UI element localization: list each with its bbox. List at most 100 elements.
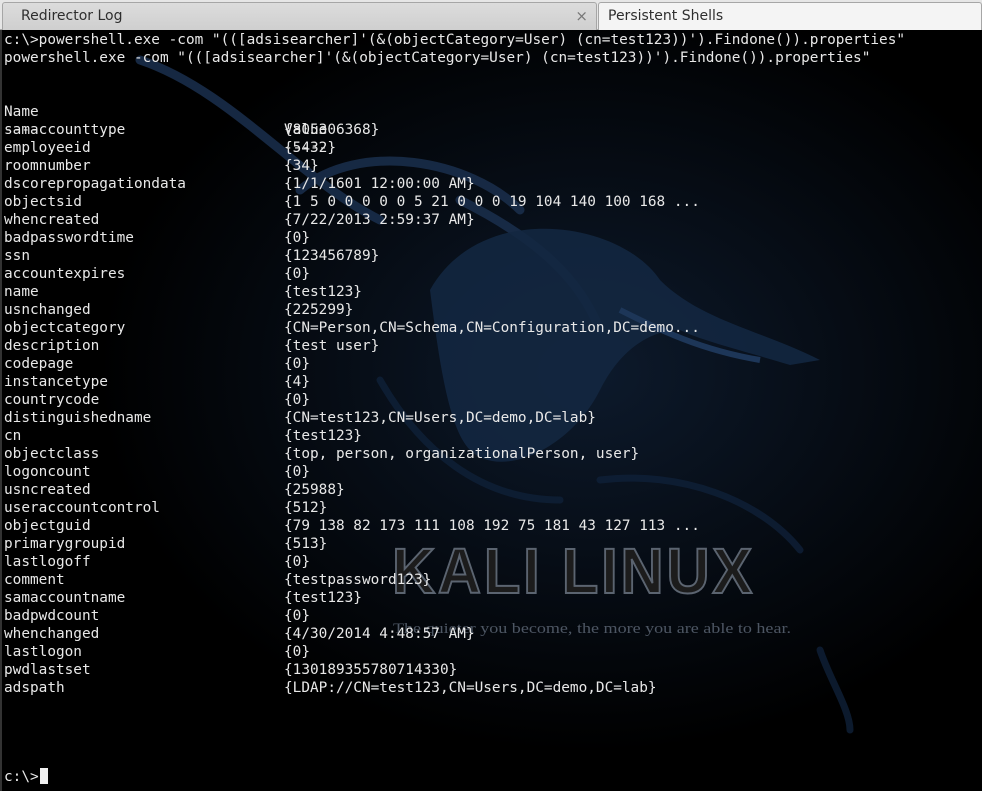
text-cursor xyxy=(39,768,48,784)
property-name: primarygroupid xyxy=(4,536,126,552)
terminal-window[interactable]: KALI LINUX The quieter you become, the m… xyxy=(0,30,982,791)
property-value: {4} xyxy=(284,374,310,390)
property-value: {0} xyxy=(284,230,310,246)
table-row: distinguishedname {CN=test123,CN=Users,DC… xyxy=(4,409,982,427)
table-row: samaccountname {test123} xyxy=(4,589,982,607)
property-value: {34} xyxy=(284,158,319,174)
property-name: usnchanged xyxy=(4,302,91,318)
command-line: c:\>powershell.exe -com "(([adsisearcher… xyxy=(4,32,906,48)
property-value: {805306368} xyxy=(284,122,380,138)
property-value: {test123} xyxy=(284,284,362,300)
property-name: badpasswordtime xyxy=(4,230,134,246)
property-value: {0} xyxy=(284,464,310,480)
table-row: pwdlastset {130189355780714330} xyxy=(4,661,982,679)
property-value: {130189355780714330} xyxy=(284,662,458,678)
property-value: {test123} xyxy=(284,428,362,444)
terminal-output: c:\>powershell.exe -com "(([adsisearcher… xyxy=(4,31,982,697)
table-row: cn {test123} xyxy=(4,427,982,445)
table-row: objectclass {top, person, organizationalP… xyxy=(4,445,982,463)
table-header-rule: ---- ----- xyxy=(4,103,982,156)
property-value: {0} xyxy=(284,392,310,408)
table-row: name {test123} xyxy=(4,283,982,301)
table-row: objectsid {1 5 0 0 0 0 0 5 21 0 0 0 19 10… xyxy=(4,193,982,211)
property-value: {CN=Person,CN=Schema,CN=Configuration,DC… xyxy=(284,320,700,336)
table-header: Name Value xyxy=(4,85,982,138)
close-icon[interactable]: × xyxy=(575,3,588,29)
property-name: objectclass xyxy=(4,446,100,462)
command-prompt[interactable]: c:\> xyxy=(4,768,48,786)
property-name: lastlogoff xyxy=(4,554,91,570)
table-row: lastlogon {0} xyxy=(4,643,982,661)
property-name: name xyxy=(4,284,39,300)
table-row: instancetype {4} xyxy=(4,373,982,391)
property-name: objectcategory xyxy=(4,320,126,336)
table-row: useraccountcontrol {512} xyxy=(4,499,982,517)
table-row: objectguid {79 138 82 173 111 108 192 75 … xyxy=(4,517,982,535)
property-name: description xyxy=(4,338,100,354)
property-value: {5432} xyxy=(284,140,336,156)
property-name: logoncount xyxy=(4,464,91,480)
property-value: {4/30/2014 4:48:57 AM} xyxy=(284,626,475,642)
table-row: description {test user} xyxy=(4,337,982,355)
table-row: codepage {0} xyxy=(4,355,982,373)
table-row: ssn {123456789} xyxy=(4,247,982,265)
property-name: pwdlastset xyxy=(4,662,91,678)
property-value: {0} xyxy=(284,554,310,570)
table-row: usncreated {25988} xyxy=(4,481,982,499)
tab-bar: Redirector Log × Persistent Shells xyxy=(0,0,982,30)
property-name: employeeid xyxy=(4,140,91,156)
table-row: comment {testpassword123} xyxy=(4,571,982,589)
table-row: whencreated {7/22/2013 2:59:37 AM} xyxy=(4,211,982,229)
property-name: usncreated xyxy=(4,482,91,498)
tab-persistent-shells[interactable]: Persistent Shells xyxy=(598,2,982,30)
property-value: {25988} xyxy=(284,482,345,498)
property-value: {123456789} xyxy=(284,248,380,264)
properties-list: samaccounttype {805306368} employeeid {543… xyxy=(4,121,982,697)
property-name: cn xyxy=(4,428,22,444)
table-row: badpasswordtime {0} xyxy=(4,229,982,247)
table-row: logoncount {0} xyxy=(4,463,982,481)
command-echo: powershell.exe -com "(([adsisearcher]'(&… xyxy=(4,50,871,66)
property-value: {CN=test123,CN=Users,DC=demo,DC=lab} xyxy=(284,410,596,426)
table-row: employeeid {5432} xyxy=(4,139,982,157)
table-row: objectcategory {CN=Person,CN=Schema,CN=Co… xyxy=(4,319,982,337)
property-name: badpwdcount xyxy=(4,608,100,624)
property-value: {7/22/2013 2:59:37 AM} xyxy=(284,212,475,228)
property-name: adspath xyxy=(4,680,65,696)
property-name: useraccountcontrol xyxy=(4,500,160,516)
table-row: lastlogoff {0} xyxy=(4,553,982,571)
property-name: samaccounttype xyxy=(4,122,126,138)
table-row: usnchanged {225299} xyxy=(4,301,982,319)
tab-label: Persistent Shells xyxy=(608,8,724,24)
property-name: dscorepropagationdata xyxy=(4,176,186,192)
table-row: badpwdcount {0} xyxy=(4,607,982,625)
property-value: {512} xyxy=(284,500,328,516)
property-name: objectguid xyxy=(4,518,91,534)
window-left-border xyxy=(0,30,2,791)
property-name: ssn xyxy=(4,248,30,264)
property-name: distinguishedname xyxy=(4,410,152,426)
property-name: codepage xyxy=(4,356,74,372)
property-name: roomnumber xyxy=(4,158,91,174)
property-value: {LDAP://CN=test123,CN=Users,DC=demo,DC=l… xyxy=(284,680,657,696)
property-name: objectsid xyxy=(4,194,82,210)
table-row: roomnumber {34} xyxy=(4,157,982,175)
table-row: whenchanged {4/30/2014 4:48:57 AM} xyxy=(4,625,982,643)
table-row: adspath {LDAP://CN=test123,CN=Users,DC=de… xyxy=(4,679,982,697)
tab-redirector-log[interactable]: Redirector Log × xyxy=(2,2,597,30)
property-name: comment xyxy=(4,572,65,588)
property-value: {79 138 82 173 111 108 192 75 181 43 127… xyxy=(284,518,700,534)
table-row: accountexpires {0} xyxy=(4,265,982,283)
table-row: dscorepropagationdata {1/1/1601 12:00:00 … xyxy=(4,175,982,193)
property-name: countrycode xyxy=(4,392,100,408)
property-name: samaccountname xyxy=(4,590,126,606)
property-value: {test user} xyxy=(284,338,380,354)
property-value: {513} xyxy=(284,536,328,552)
property-value: {1/1/1601 12:00:00 AM} xyxy=(284,176,475,192)
property-name: instancetype xyxy=(4,374,108,390)
table-row: primarygroupid {513} xyxy=(4,535,982,553)
property-value: {0} xyxy=(284,644,310,660)
property-name: whencreated xyxy=(4,212,100,228)
tab-label: Redirector Log xyxy=(21,8,123,24)
